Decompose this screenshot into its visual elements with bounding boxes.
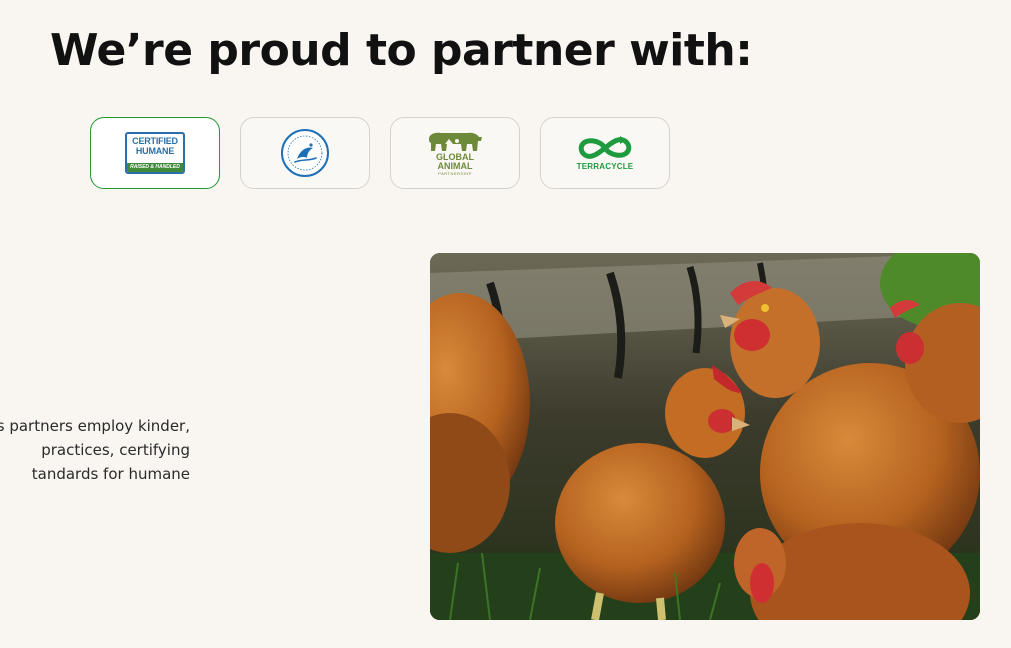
chickens-illustration bbox=[430, 253, 980, 620]
farm-animals-icon bbox=[429, 132, 482, 151]
body-line: tandards for humane bbox=[31, 465, 190, 483]
partner-card-ocean-wise[interactable] bbox=[240, 117, 370, 189]
logo-text: ANIMAL bbox=[437, 161, 473, 171]
terracycle-logo: TERRACYCLE bbox=[576, 135, 634, 171]
logo-text: HUMANE bbox=[135, 146, 175, 156]
section-body: s partners employ kinder, practices, cer… bbox=[0, 414, 190, 486]
logo-text: TERRACYCLE bbox=[576, 162, 634, 171]
page-title: We’re proud to partner with: bbox=[50, 25, 753, 76]
partner-logos: CERTIFIED HUMANE RAISED & HANDLED GLOBAL… bbox=[90, 117, 670, 189]
logo-text: RAISED & HANDLED bbox=[127, 163, 183, 172]
ocean-wise-logo bbox=[280, 128, 330, 178]
partner-card-global-animal-partnership[interactable]: GLOBAL ANIMAL PARTNERSHIP bbox=[390, 117, 520, 189]
partner-card-certified-humane[interactable]: CERTIFIED HUMANE RAISED & HANDLED bbox=[90, 117, 220, 189]
body-line: practices, certifying bbox=[41, 441, 190, 459]
logo-text: PARTNERSHIP bbox=[438, 171, 472, 176]
global-animal-partnership-logo: GLOBAL ANIMAL PARTNERSHIP bbox=[427, 129, 483, 177]
infinity-recycle-icon bbox=[578, 136, 632, 159]
partners-page: We’re proud to partner with: CERTIFIED H… bbox=[0, 0, 1011, 648]
logo-text: CERTIFIED bbox=[132, 136, 178, 146]
ocean-wise-icon bbox=[281, 129, 329, 177]
body-line: s partners employ kinder, bbox=[0, 417, 190, 435]
chickens-photo bbox=[430, 253, 980, 620]
partner-card-terracycle[interactable]: TERRACYCLE bbox=[540, 117, 670, 189]
certified-humane-logo: CERTIFIED HUMANE RAISED & HANDLED bbox=[125, 132, 185, 174]
